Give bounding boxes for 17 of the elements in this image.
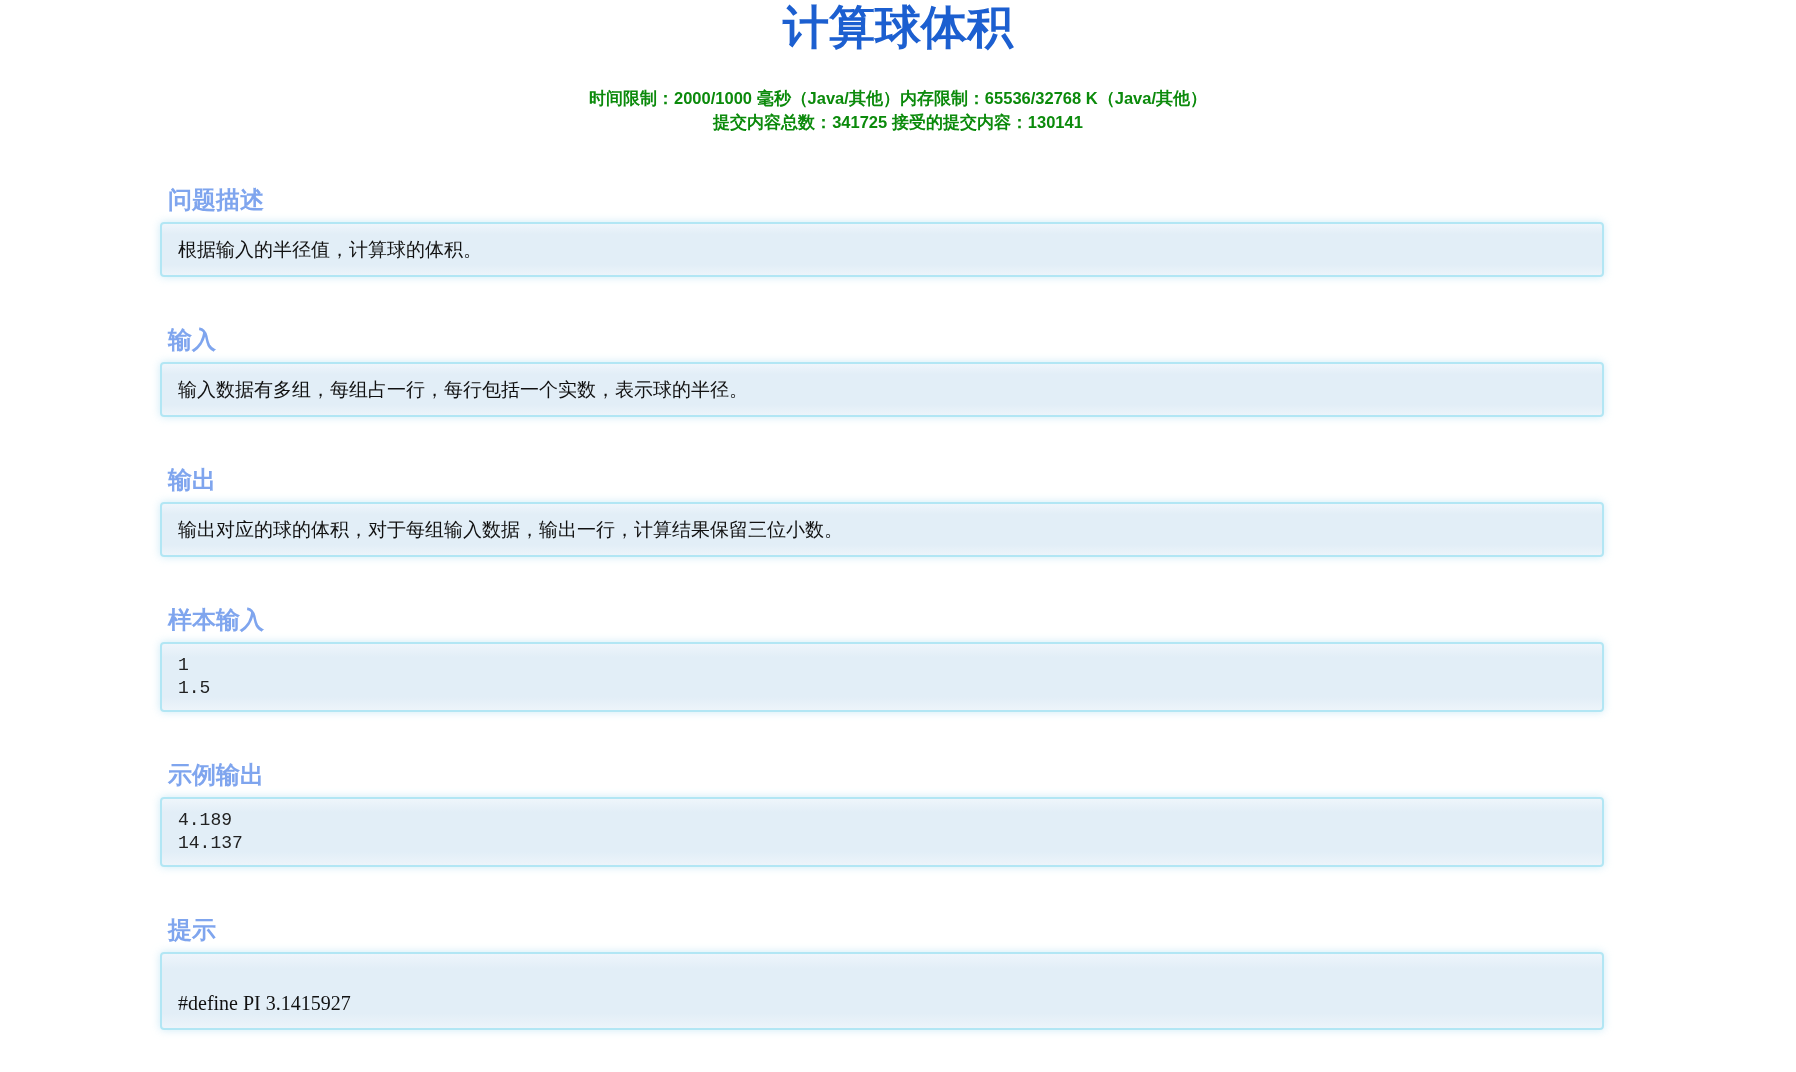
- section-text: 输入数据有多组，每组占一行，每行包括一个实数，表示球的半径。: [178, 377, 748, 402]
- problem-limits-text: 时间限制：2000/1000 毫秒（Java/其他）内存限制：65536/32768 K（Java/其他）: [589, 88, 1207, 110]
- section-text: 输出对应的球的体积，对于每组输入数据，输出一行，计算结果保留三位小数。: [178, 517, 843, 542]
- section-heading: 输出: [168, 465, 216, 496]
- section-heading: 样本输入: [168, 605, 264, 636]
- section-heading: 输入: [168, 325, 216, 356]
- section-text: 14.137: [178, 832, 243, 855]
- section-heading: 问题描述: [168, 185, 264, 216]
- problem-limits-text: 提交内容总数：341725 接受的提交内容：130141: [713, 112, 1083, 133]
- section-heading: 示例输出: [168, 760, 264, 791]
- section-text: 4.189: [178, 809, 232, 832]
- section-text: 根据输入的半径值，计算球的体积。: [178, 237, 482, 262]
- section-text: 1.5: [178, 677, 211, 700]
- problem-title: 计算球体积: [781, 0, 1015, 52]
- section-text: 1: [178, 654, 189, 677]
- section-heading: 提示: [168, 915, 216, 946]
- section-text: #define PI 3.1415927: [178, 991, 351, 1016]
